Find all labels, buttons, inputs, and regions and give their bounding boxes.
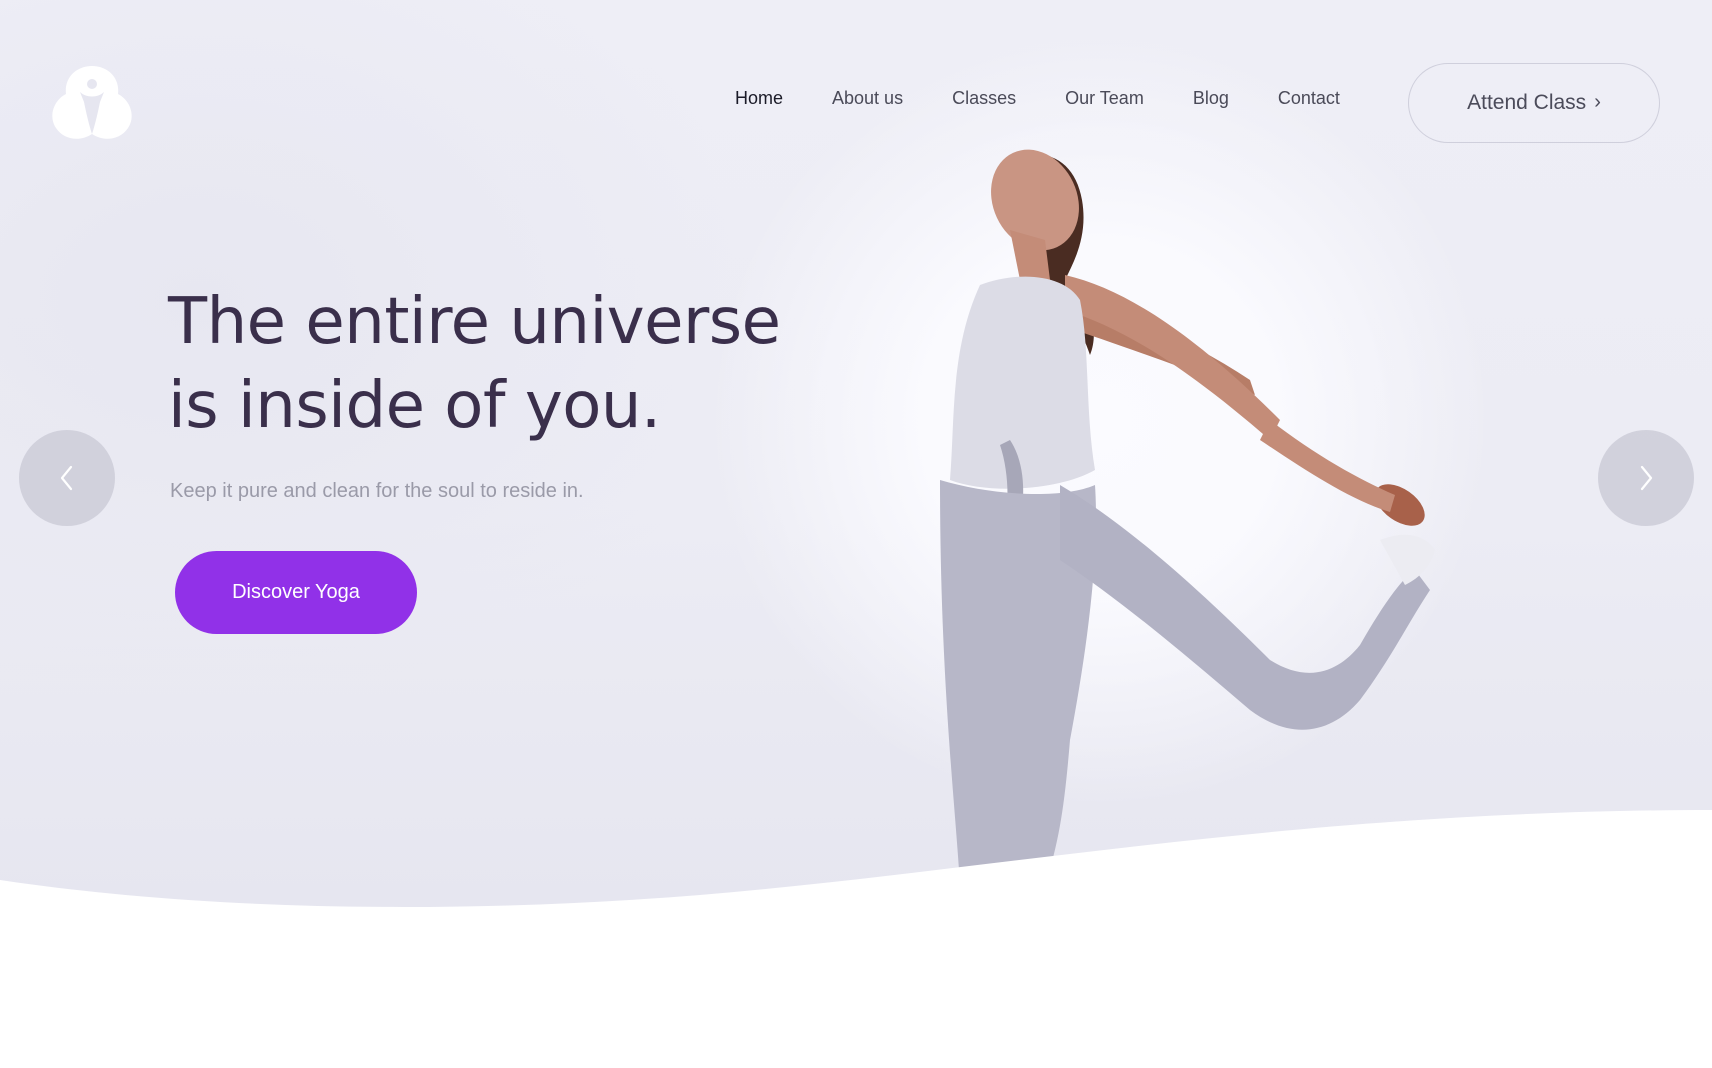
hero-headline: The entire universe is inside of you. — [168, 280, 808, 448]
attend-class-button[interactable]: Attend Class › — [1408, 63, 1660, 143]
main-nav: Home About us Classes Our Team Blog Cont… — [735, 88, 1340, 109]
slider-next-button[interactable] — [1598, 430, 1694, 526]
landing-page: Home About us Classes Our Team Blog Cont… — [0, 0, 1712, 1068]
slider-prev-button[interactable] — [19, 430, 115, 526]
nav-item-contact[interactable]: Contact — [1278, 88, 1340, 109]
hero-headline-line1: The entire universe — [168, 285, 781, 359]
chevron-left-icon — [60, 465, 73, 491]
nav-item-about-us[interactable]: About us — [832, 88, 903, 109]
hero-headline-line2: is inside of you. — [168, 369, 661, 443]
nav-item-classes[interactable]: Classes — [952, 88, 1016, 109]
lotus-figure-icon[interactable] — [50, 62, 134, 146]
chevron-right-icon — [1640, 465, 1653, 491]
nav-item-home[interactable]: Home — [735, 88, 783, 109]
discover-yoga-button[interactable]: Discover Yoga — [175, 551, 417, 634]
hero-subtext: Keep it pure and clean for the soul to r… — [170, 480, 584, 502]
nav-item-blog[interactable]: Blog — [1193, 88, 1229, 109]
chevron-right-icon: › — [1594, 90, 1601, 113]
hero-wave-divider — [0, 810, 1712, 1068]
nav-item-our-team[interactable]: Our Team — [1065, 88, 1144, 109]
attend-class-label: Attend Class — [1467, 91, 1587, 114]
